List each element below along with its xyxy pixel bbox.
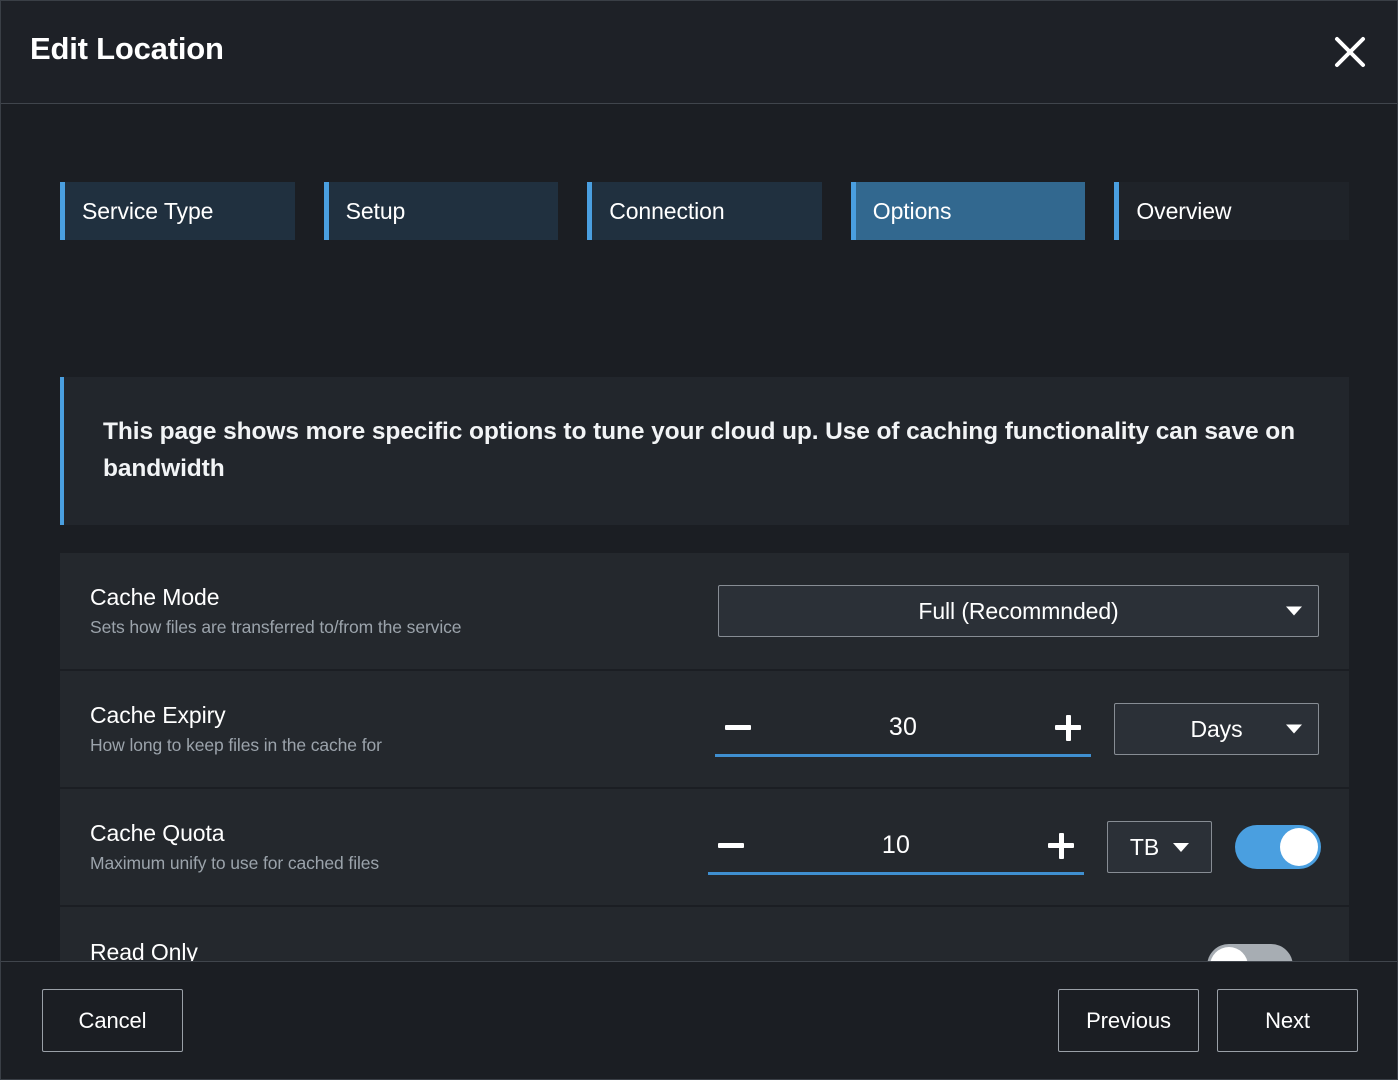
chevron-down-icon [1286,725,1302,734]
settings-list: Cache Mode Sets how files are transferre… [60,553,1349,1025]
dialog-header: Edit Location [1,1,1397,104]
setting-row-cache-expiry: Cache Expiry How long to keep files in t… [60,671,1349,789]
setting-title: Cache Expiry [90,702,382,730]
cache-quota-unit-select[interactable]: TB [1107,821,1212,873]
cancel-button[interactable]: Cancel [42,989,183,1052]
tab-label: Options [873,198,952,225]
setting-row-cache-mode: Cache Mode Sets how files are transferre… [60,553,1349,671]
edit-location-dialog: Edit Location Service Type Setup Connect… [0,0,1398,1080]
toggle-knob [1280,828,1318,866]
cache-mode-value: Full (Recommnded) [918,598,1118,625]
cache-quota-increment-button[interactable] [1038,823,1084,869]
tab-service-type[interactable]: Service Type [60,182,295,240]
cache-quota-stepper: 10 [708,819,1084,875]
tab-overview[interactable]: Overview [1114,182,1349,240]
wizard-tabs: Service Type Setup Connection Options Ov… [60,182,1349,240]
setting-labels: Cache Mode Sets how files are transferre… [90,584,461,638]
next-button[interactable]: Next [1217,989,1358,1052]
cache-expiry-decrement-button[interactable] [715,705,761,751]
cache-expiry-increment-button[interactable] [1045,705,1091,751]
setting-description: How long to keep files in the cache for [90,735,382,756]
tab-options[interactable]: Options [851,182,1086,240]
cache-expiry-unit-select[interactable]: Days [1114,703,1319,755]
cache-quota-unit-value: TB [1130,834,1159,861]
setting-labels: Cache Expiry How long to keep files in t… [90,702,382,756]
tab-label: Service Type [82,198,213,225]
dialog-footer: Cancel Previous Next [1,961,1397,1079]
cache-mode-select[interactable]: Full (Recommnded) [718,585,1319,637]
setting-title: Cache Quota [90,820,379,848]
chevron-down-icon [1173,843,1189,852]
tab-connection[interactable]: Connection [587,182,822,240]
setting-labels: Cache Quota Maximum unify to use for cac… [90,820,379,874]
cache-quota-decrement-button[interactable] [708,823,754,869]
tab-setup[interactable]: Setup [324,182,559,240]
info-banner: This page shows more specific options to… [60,377,1349,525]
cache-quota-value[interactable]: 10 [754,831,1038,860]
tab-label: Setup [346,198,406,225]
chevron-down-icon [1286,607,1302,616]
tab-label: Overview [1136,198,1231,225]
previous-button[interactable]: Previous [1058,989,1199,1052]
cache-expiry-unit-value: Days [1190,716,1242,743]
page-title: Edit Location [30,31,224,67]
setting-controls: Full (Recommnded) [718,553,1319,669]
setting-description: Sets how files are transferred to/from t… [90,617,461,638]
tab-label: Connection [609,198,724,225]
cache-expiry-stepper: 30 [715,701,1091,757]
close-icon [1333,35,1367,69]
setting-controls: 30 Days [715,671,1319,787]
setting-description: Maximum unify to use for cached files [90,853,379,874]
cache-expiry-value[interactable]: 30 [761,713,1045,742]
info-banner-text: This page shows more specific options to… [60,414,1349,488]
close-button[interactable] [1321,23,1379,81]
setting-row-cache-quota: Cache Quota Maximum unify to use for cac… [60,789,1349,907]
setting-controls: 10 TB [708,789,1321,905]
dialog-body: Service Type Setup Connection Options Ov… [1,104,1397,961]
cache-quota-toggle[interactable] [1235,825,1321,869]
setting-title: Cache Mode [90,584,461,612]
